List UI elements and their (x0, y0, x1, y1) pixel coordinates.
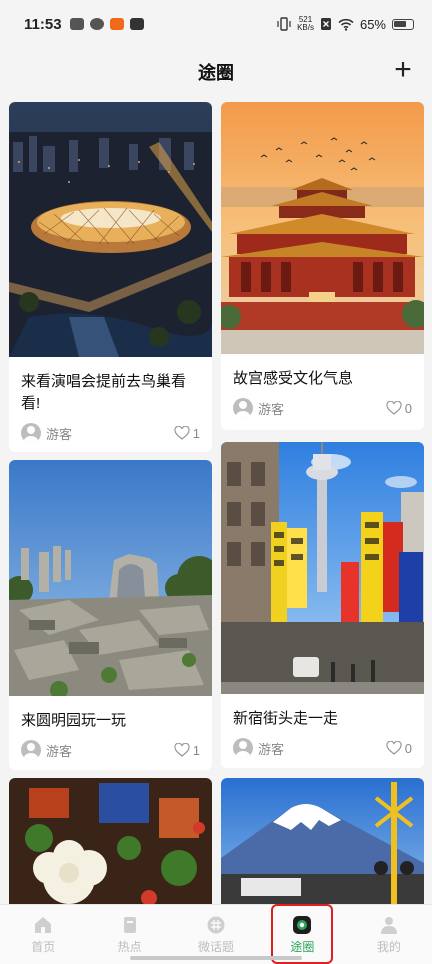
heart-icon (386, 401, 402, 415)
author-name[interactable]: 游客 (46, 741, 72, 760)
profile-icon (380, 916, 397, 934)
post-meta: 游客 1 (9, 421, 212, 445)
post-title[interactable]: 故宫感受文化气息 (221, 354, 424, 396)
like-button[interactable]: 1 (174, 426, 200, 441)
post-title[interactable]: 来看演唱会提前去鸟巢看看! (9, 357, 212, 421)
post-card[interactable]: 故宫感受文化气息 游客 0 (221, 102, 424, 430)
post-card[interactable]: 来圆明园玩一玩 游客 1 (9, 460, 212, 770)
notification-icon (109, 18, 124, 30)
post-meta: 游客 0 (221, 736, 424, 760)
post-image-street[interactable] (221, 442, 424, 694)
notification-icon (89, 18, 104, 30)
post-image-mt-fuji[interactable] (221, 778, 424, 904)
notification-icon (69, 18, 84, 30)
author-name[interactable]: 游客 (258, 739, 284, 758)
no-sim-icon (320, 18, 331, 30)
active-tab-highlight (271, 904, 333, 964)
nav-home[interactable]: 首页 (0, 905, 86, 964)
avatar[interactable] (233, 738, 253, 758)
post-meta: 游客 1 (9, 738, 212, 762)
post-image-flowers[interactable] (9, 778, 212, 904)
nav-label: 热点 (117, 939, 142, 954)
like-count: 1 (192, 742, 200, 758)
vibrate-icon (277, 17, 291, 31)
heart-icon (174, 426, 190, 440)
status-right: 521 KB/s 65% (277, 16, 414, 32)
heart-icon (386, 741, 402, 755)
page-title: 途圈 (198, 63, 234, 83)
author-name[interactable]: 游客 (258, 399, 284, 418)
author-name[interactable]: 游客 (46, 424, 72, 443)
post-feed[interactable]: 来看演唱会提前去鸟巢看看! 游客 1 故宫感受文化气息 游客 0 来圆明园玩一玩… (0, 98, 432, 904)
post-title[interactable]: 来圆明园玩一玩 (9, 696, 212, 738)
hot-icon (123, 916, 136, 933)
post-card[interactable]: 来看演唱会提前去鸟巢看看! 游客 1 (9, 102, 212, 452)
post-card[interactable] (9, 778, 212, 904)
nav-label: 首页 (31, 939, 56, 954)
status-time: 11:53 (24, 15, 62, 33)
post-title[interactable]: 新宿街头走一走 (221, 694, 424, 736)
like-count: 1 (192, 425, 200, 441)
like-count: 0 (404, 400, 412, 416)
like-button[interactable]: 1 (174, 743, 200, 758)
status-bar: 11:53 521 KB/s 65% (0, 0, 432, 48)
like-button[interactable]: 0 (386, 741, 412, 756)
nav-label: 微话题 (198, 939, 235, 954)
post-card[interactable] (221, 778, 424, 904)
post-meta: 游客 0 (221, 396, 424, 420)
topic-icon (207, 916, 225, 933)
post-image-yuanmingyuan[interactable] (9, 460, 212, 696)
avatar[interactable] (233, 398, 253, 418)
post-image-forbidden-city[interactable] (221, 102, 424, 354)
home-icon (35, 916, 52, 933)
home-indicator[interactable] (130, 956, 302, 960)
nav-profile[interactable]: 我的 (346, 905, 432, 964)
add-post-button[interactable]: + (388, 55, 418, 86)
notification-icon (129, 18, 144, 30)
net-speed: 521 KB/s (297, 16, 314, 32)
post-card[interactable]: 新宿街头走一走 游客 0 (221, 442, 424, 768)
net-speed-unit: KB/s (297, 23, 314, 32)
notification-icons (69, 18, 144, 30)
bottom-nav: 首页 热点 微话题 途圈 我的 (0, 904, 432, 964)
battery-icon (392, 18, 414, 30)
avatar[interactable] (21, 740, 41, 760)
like-count: 0 (404, 740, 412, 756)
avatar[interactable] (21, 423, 41, 443)
wifi-icon (338, 18, 354, 31)
header: 途圈 + (0, 48, 432, 96)
battery-percent: 65% (359, 16, 386, 32)
post-image-birds-nest[interactable] (9, 102, 212, 357)
heart-icon (174, 743, 190, 757)
like-button[interactable]: 0 (386, 401, 412, 416)
nav-label: 我的 (376, 939, 401, 954)
